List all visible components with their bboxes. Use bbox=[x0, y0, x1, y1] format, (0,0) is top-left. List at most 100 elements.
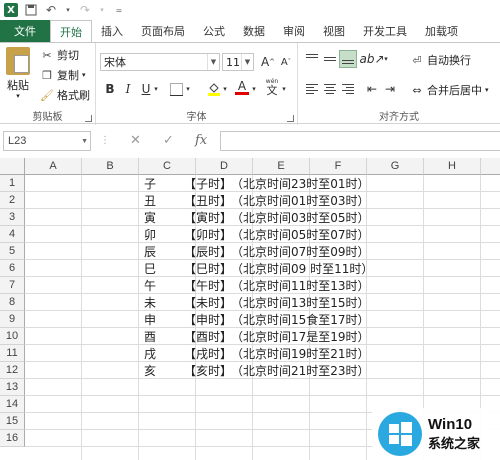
cell-branch[interactable]: 戌 bbox=[144, 345, 156, 362]
cell-shichen-name[interactable]: 【子时】 bbox=[184, 175, 232, 192]
select-all-corner[interactable] bbox=[0, 158, 25, 175]
cell-beijing-time[interactable]: （北京时间23时至01时） bbox=[231, 175, 370, 192]
font-color-dropdown-icon[interactable]: ▾ bbox=[250, 81, 258, 97]
cell-beijing-time[interactable]: （北京时间05时至07时） bbox=[231, 226, 370, 243]
cell-branch[interactable]: 丑 bbox=[144, 192, 156, 209]
cell-shichen-name[interactable]: 【巳时】 bbox=[184, 260, 232, 277]
font-color-button[interactable]: A bbox=[234, 79, 250, 95]
fill-color-button[interactable] bbox=[206, 81, 222, 97]
row-header-15[interactable]: 15 bbox=[0, 413, 25, 430]
cell-beijing-time[interactable]: （北京时间07时至09时） bbox=[231, 243, 370, 260]
row-header-8[interactable]: 8 bbox=[0, 294, 25, 311]
row-header-10[interactable]: 10 bbox=[0, 328, 25, 345]
column-header-c[interactable]: C bbox=[139, 158, 196, 175]
cell-beijing-time[interactable]: （北京时间17是至19时） bbox=[231, 328, 370, 345]
cell-branch[interactable]: 卯 bbox=[144, 226, 156, 243]
cell-beijing-time[interactable]: （北京时间21时至23时） bbox=[231, 362, 370, 379]
redo-dropdown-icon[interactable]: ▾ bbox=[98, 3, 106, 17]
fill-color-dropdown-icon[interactable]: ▾ bbox=[221, 81, 229, 97]
cell-beijing-time[interactable]: （北京时间03时至05时） bbox=[231, 209, 370, 226]
align-right-button[interactable] bbox=[340, 81, 356, 97]
cell-beijing-time[interactable]: （北京时间15食至17时） bbox=[231, 311, 370, 328]
row-header-2[interactable]: 2 bbox=[0, 192, 25, 209]
row-header-13[interactable]: 13 bbox=[0, 379, 25, 396]
column-header-h[interactable]: H bbox=[424, 158, 481, 175]
row-header-1[interactable]: 1 bbox=[0, 175, 25, 192]
cell-shichen-name[interactable]: 【寅时】 bbox=[184, 209, 232, 226]
save-icon[interactable] bbox=[24, 3, 38, 17]
align-left-button[interactable] bbox=[304, 81, 320, 97]
font-name-select[interactable]: 宋体 ▼ bbox=[100, 53, 220, 71]
cell-branch[interactable]: 寅 bbox=[144, 209, 156, 226]
undo-dropdown-icon[interactable]: ▾ bbox=[64, 3, 72, 17]
tab-insert[interactable]: 插入 bbox=[92, 20, 132, 42]
shrink-font-button[interactable]: Aˇ bbox=[278, 54, 294, 70]
cell-branch[interactable]: 午 bbox=[144, 277, 156, 294]
cell-branch[interactable]: 酉 bbox=[144, 328, 156, 345]
phonetic-button[interactable]: wén 文 bbox=[264, 78, 280, 96]
cell-branch[interactable]: 亥 bbox=[144, 362, 156, 379]
row-header-5[interactable]: 5 bbox=[0, 243, 25, 260]
formula-input[interactable] bbox=[220, 131, 500, 151]
clipboard-launcher-icon[interactable] bbox=[85, 115, 92, 122]
grow-font-button[interactable]: A ^ bbox=[260, 54, 276, 70]
row-header-4[interactable]: 4 bbox=[0, 226, 25, 243]
cancel-icon[interactable]: ✕ bbox=[130, 133, 141, 148]
tab-data[interactable]: 数据 bbox=[234, 20, 274, 42]
middle-align-button[interactable] bbox=[322, 51, 338, 67]
bottom-align-button[interactable] bbox=[339, 50, 357, 68]
row-header-11[interactable]: 11 bbox=[0, 345, 25, 362]
cell-shichen-name[interactable]: 【申时】 bbox=[184, 311, 232, 328]
row-header-6[interactable]: 6 bbox=[0, 260, 25, 277]
underline-dropdown-icon[interactable]: ▾ bbox=[152, 81, 160, 97]
orientation-button[interactable]: ab↗ bbox=[359, 51, 384, 67]
row-header-12[interactable]: 12 bbox=[0, 362, 25, 379]
cell-shichen-name[interactable]: 【卯时】 bbox=[184, 226, 232, 243]
row-header-9[interactable]: 9 bbox=[0, 311, 25, 328]
cell-branch[interactable]: 子 bbox=[144, 175, 156, 192]
borders-button[interactable] bbox=[168, 81, 184, 97]
tab-page-layout[interactable]: 页面布局 bbox=[132, 20, 194, 42]
undo-icon[interactable]: ↶ bbox=[44, 3, 58, 17]
decrease-indent-button[interactable]: ⇤ bbox=[364, 81, 380, 97]
enter-icon[interactable]: ✓ bbox=[163, 133, 174, 148]
tab-view[interactable]: 视图 bbox=[314, 20, 354, 42]
column-header-d[interactable]: D bbox=[196, 158, 253, 175]
phonetic-dropdown-icon[interactable]: ▾ bbox=[280, 81, 288, 97]
cell-branch[interactable]: 辰 bbox=[144, 243, 156, 260]
font-launcher-icon[interactable] bbox=[287, 115, 294, 122]
customize-toolbar-icon[interactable]: = bbox=[112, 3, 126, 17]
column-header-f[interactable]: F bbox=[310, 158, 367, 175]
column-header-a[interactable]: A bbox=[25, 158, 82, 175]
cell-beijing-time[interactable]: （北京时间19时至21时） bbox=[231, 345, 370, 362]
tab-developer[interactable]: 开发工具 bbox=[354, 20, 416, 42]
cell-shichen-name[interactable]: 【丑时】 bbox=[184, 192, 232, 209]
column-header-e[interactable]: E bbox=[253, 158, 310, 175]
cell-beijing-time[interactable]: （北京时间09 时至11时） bbox=[231, 260, 373, 277]
cell-shichen-name[interactable]: 【戌时】 bbox=[184, 345, 232, 362]
cell-shichen-name[interactable]: 【未时】 bbox=[184, 294, 232, 311]
format-painter-button[interactable]: 🖌 格式刷 bbox=[40, 87, 90, 103]
increase-indent-button[interactable]: ⇥ bbox=[382, 81, 398, 97]
cell-shichen-name[interactable]: 【辰时】 bbox=[184, 243, 232, 260]
insert-function-button[interactable]: fx bbox=[195, 133, 207, 148]
tab-formulas[interactable]: 公式 bbox=[194, 20, 234, 42]
column-header-g[interactable]: G bbox=[367, 158, 424, 175]
cut-button[interactable]: ✂ 剪切 bbox=[40, 47, 79, 63]
orientation-dropdown-icon[interactable]: ▾ bbox=[382, 51, 390, 67]
paste-button[interactable]: 粘贴 ▾ bbox=[6, 47, 30, 100]
redo-icon[interactable]: ↷ bbox=[78, 3, 92, 17]
cell-shichen-name[interactable]: 【酉时】 bbox=[184, 328, 232, 345]
bold-button[interactable]: B bbox=[102, 81, 118, 97]
column-header-partial[interactable] bbox=[481, 158, 500, 175]
cell-shichen-name[interactable]: 【亥时】 bbox=[184, 362, 232, 379]
name-box[interactable]: L23 ▼ bbox=[3, 131, 91, 151]
tab-home[interactable]: 开始 bbox=[50, 20, 92, 42]
row-header-7[interactable]: 7 bbox=[0, 277, 25, 294]
italic-button[interactable]: I bbox=[120, 81, 136, 97]
tab-add-ins[interactable]: 加载项 bbox=[416, 20, 467, 42]
row-header-14[interactable]: 14 bbox=[0, 396, 25, 413]
copy-button[interactable]: ❐ 复制 ▾ bbox=[40, 67, 85, 83]
cell-beijing-time[interactable]: （北京时间13时至15时） bbox=[231, 294, 370, 311]
wrap-text-button[interactable]: ⏎ 自动换行 bbox=[410, 52, 471, 68]
